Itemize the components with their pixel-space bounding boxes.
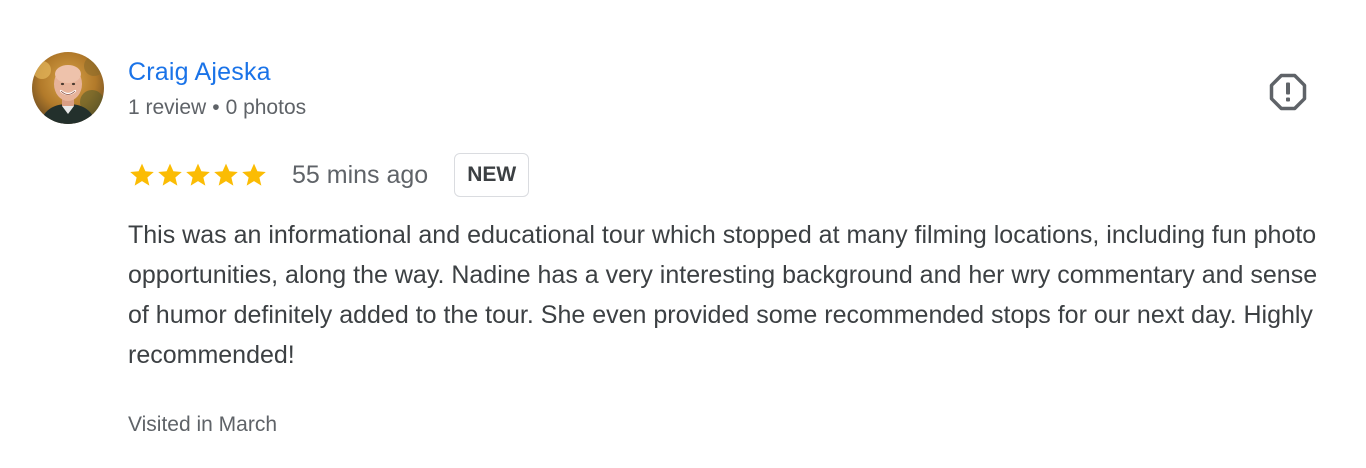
review-time: 55 mins ago (292, 160, 429, 189)
photo-count: 0 photos (225, 96, 307, 119)
star-icon (186, 163, 210, 186)
avatar[interactable] (32, 52, 104, 124)
rating-row: 55 mins ago NEW (128, 152, 530, 198)
visited-date: Visited in March (128, 413, 278, 436)
review-card: Craig Ajeska 1 review • 0 photos 55 mins a… (0, 0, 1366, 468)
author-meta: 1 review • 0 photos (128, 94, 306, 122)
review-count: 1 review (128, 96, 207, 119)
star-icon (130, 163, 154, 186)
new-badge: NEW (454, 153, 530, 197)
star-icon (214, 163, 238, 186)
star-icon (242, 163, 266, 186)
star-rating (128, 161, 268, 189)
avatar-image (32, 52, 104, 124)
author-name-link[interactable]: Craig Ajeska (128, 56, 271, 88)
star-icon (158, 163, 182, 186)
review-text: This was an informational and educationa… (128, 221, 1318, 369)
meta-separator: • (212, 96, 220, 119)
report-flag-icon[interactable] (1268, 72, 1308, 112)
